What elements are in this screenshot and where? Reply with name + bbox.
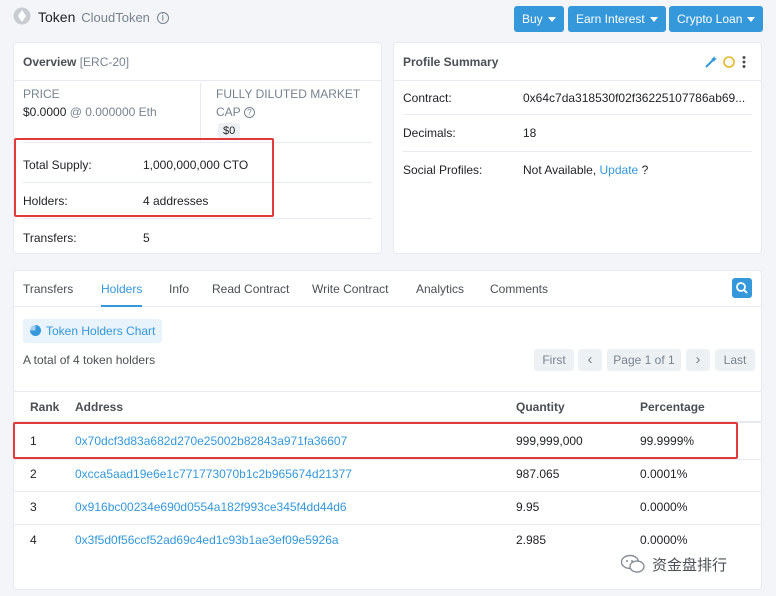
buy-button-label: Buy bbox=[522, 12, 543, 26]
pagination-first-button[interactable]: First bbox=[534, 349, 574, 371]
decimals-label: Decimals: bbox=[403, 126, 456, 140]
column-header-percentage: Percentage bbox=[640, 400, 705, 414]
contract-address-link[interactable]: 0x64c7da318530f02f36225107786ab69... bbox=[523, 91, 753, 105]
holder-quantity: 9.95 bbox=[516, 500, 540, 514]
wechat-logo-icon bbox=[620, 554, 645, 573]
fdmc-label-cap-text: CAP bbox=[216, 105, 241, 119]
table-row-divider bbox=[14, 491, 761, 492]
social-profiles-label: Social Profiles: bbox=[403, 163, 483, 177]
pagination-page-indicator: Page 1 of 1 bbox=[607, 349, 681, 371]
social-profiles-suffix: ? bbox=[641, 163, 649, 177]
token-logo-icon bbox=[13, 7, 31, 25]
table-divider bbox=[14, 391, 761, 392]
holder-address-link[interactable]: 0x916bc00234e690d0554a182f993ce345f4dd44… bbox=[75, 500, 347, 514]
crypto-loan-button[interactable]: Crypto Loan bbox=[669, 6, 764, 32]
tab-comments[interactable]: Comments bbox=[490, 271, 548, 307]
tab-bar: Transfers Holders Info Read Contract Wri… bbox=[14, 271, 761, 307]
overview-title: Overview bbox=[23, 55, 77, 69]
holder-quantity: 987.065 bbox=[516, 467, 560, 481]
chevron-down-icon bbox=[649, 17, 658, 22]
holder-percentage: 0.0001% bbox=[640, 467, 688, 481]
fdmc-label: FULLY DILUTED MARKET bbox=[216, 87, 361, 101]
magic-wand-icon[interactable] bbox=[704, 55, 718, 69]
price-value: $0.0000 @ 0.000000 Eth bbox=[23, 105, 157, 119]
token-holders-chart-button[interactable]: Token Holders Chart bbox=[23, 319, 163, 343]
chevron-down-icon bbox=[747, 17, 756, 22]
search-button[interactable] bbox=[732, 278, 752, 298]
token-name: CloudToken bbox=[81, 10, 150, 25]
crypto-loan-button-label: Crypto Loan bbox=[677, 12, 743, 26]
holder-address-link[interactable]: 0x3f5d0f56ccf52ad69c4ed1c93b1ae3ef09e592… bbox=[75, 533, 339, 547]
decimals-value: 18 bbox=[523, 126, 537, 140]
holder-address-link[interactable]: 0xcca5aad19e6e1c771773070b1c2b965674d213… bbox=[75, 467, 352, 481]
holder-quantity: 2.985 bbox=[516, 533, 547, 547]
price-label: PRICE bbox=[23, 87, 60, 101]
buy-button[interactable]: Buy bbox=[514, 6, 564, 32]
tab-read-contract[interactable]: Read Contract bbox=[212, 271, 289, 307]
social-profiles-status: Not Available, bbox=[523, 163, 597, 177]
page-title: Token CloudToken i bbox=[38, 9, 169, 25]
table-row-divider bbox=[14, 524, 761, 525]
column-header-address: Address bbox=[75, 400, 124, 414]
highlight-box-top-holder bbox=[13, 422, 738, 459]
pie-chart-icon bbox=[30, 325, 41, 336]
transfers-label: Transfers: bbox=[23, 231, 77, 245]
table-row-divider bbox=[14, 459, 761, 460]
holder-rank: 4 bbox=[30, 533, 37, 547]
page-header: Token CloudToken i Buy Earn Interest Cry… bbox=[0, 0, 776, 38]
pagination-prev-button[interactable]: ‹ bbox=[578, 349, 602, 371]
earn-interest-button-label: Earn Interest bbox=[576, 12, 645, 26]
price-eth: @ 0.000000 Eth bbox=[69, 105, 157, 119]
pagination-next-button[interactable]: › bbox=[686, 349, 710, 371]
search-icon bbox=[736, 282, 748, 294]
token-holders-chart-label: Token Holders Chart bbox=[46, 324, 156, 338]
update-link[interactable]: Update bbox=[600, 163, 639, 177]
status-circle-icon[interactable] bbox=[722, 55, 736, 69]
overview-card-header: Overview [ERC-20] bbox=[14, 43, 381, 81]
tab-analytics[interactable]: Analytics bbox=[416, 271, 464, 307]
social-profiles-value: Not Available, Update ? bbox=[523, 163, 648, 177]
fdmc-label-cap: CAP ? bbox=[216, 105, 255, 119]
tab-write-contract[interactable]: Write Contract bbox=[312, 271, 388, 307]
pagination-last-button[interactable]: Last bbox=[715, 349, 755, 371]
profile-divider bbox=[403, 114, 752, 115]
total-holders-text: A total of 4 token holders bbox=[23, 353, 156, 367]
info-icon[interactable]: i bbox=[156, 12, 169, 24]
holder-rank: 3 bbox=[30, 500, 37, 514]
profile-title: Profile Summary bbox=[403, 55, 499, 69]
token-standard: [ERC-20] bbox=[79, 55, 130, 69]
tab-info[interactable]: Info bbox=[169, 271, 189, 307]
contract-label: Contract: bbox=[403, 91, 452, 105]
tab-transfers[interactable]: Transfers bbox=[23, 271, 73, 307]
watermark-text: 资金盘排行 bbox=[652, 556, 728, 574]
page-title-text: Token bbox=[38, 9, 76, 25]
profile-summary-card: Profile Summary Contract: 0x64c7da318530… bbox=[393, 42, 762, 254]
holder-percentage: 0.0000% bbox=[640, 500, 688, 514]
column-header-rank: Rank bbox=[30, 400, 60, 414]
highlight-box-supply bbox=[14, 138, 274, 217]
holder-rank: 2 bbox=[30, 467, 37, 481]
tab-holders[interactable]: Holders bbox=[101, 271, 143, 307]
overview-column-divider bbox=[200, 83, 201, 141]
watermark: 资金盘排行 bbox=[620, 552, 727, 576]
help-icon[interactable]: ? bbox=[243, 107, 255, 118]
chevron-down-icon bbox=[547, 17, 556, 22]
transfers-value[interactable]: 5 bbox=[143, 231, 150, 245]
price-usd: $0.0000 bbox=[23, 105, 67, 119]
fdmc-value: $0 bbox=[218, 123, 241, 139]
holder-percentage: 0.0000% bbox=[640, 533, 688, 547]
overview-divider bbox=[23, 218, 372, 219]
more-options-icon[interactable] bbox=[740, 55, 748, 69]
column-header-quantity: Quantity bbox=[516, 400, 565, 414]
profile-divider bbox=[403, 151, 752, 152]
earn-interest-button[interactable]: Earn Interest bbox=[568, 6, 666, 32]
